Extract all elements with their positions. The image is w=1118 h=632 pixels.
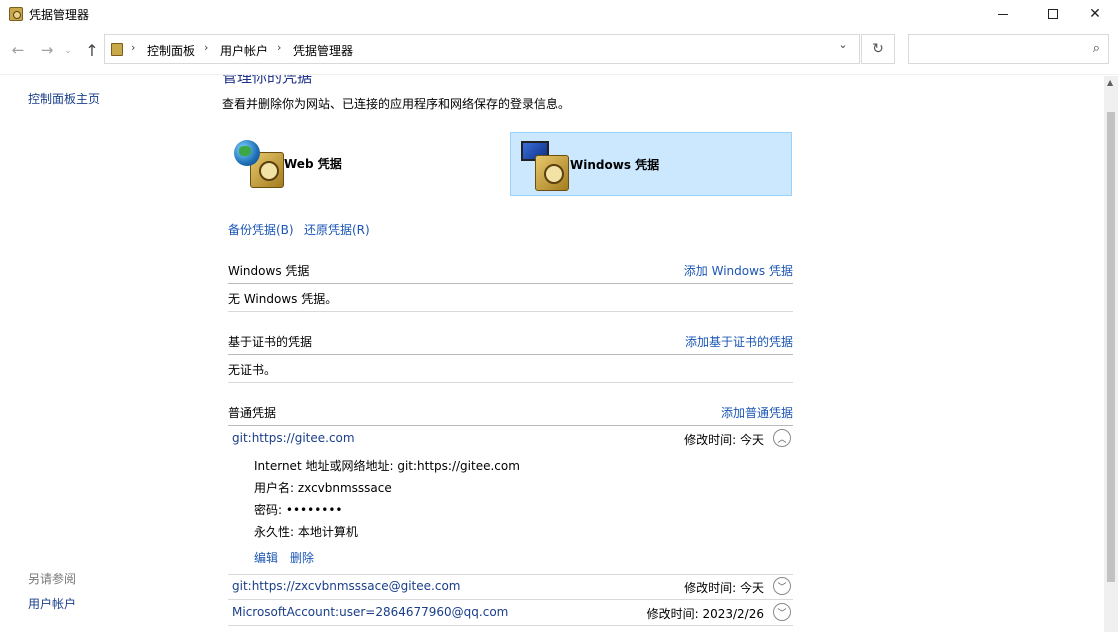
add-cert-credential-link[interactable]: 添加基于证书的凭据 bbox=[640, 333, 793, 350]
section-divider bbox=[228, 354, 793, 355]
generic-credentials-section-title: 普通凭据 bbox=[228, 406, 277, 420]
breadcrumb-separator-icon[interactable]: › bbox=[204, 41, 208, 54]
up-button[interactable]: ↑ bbox=[82, 40, 102, 60]
breadcrumb-control-panel[interactable]: 控制面板 bbox=[147, 42, 195, 59]
refresh-button[interactable]: ↻ bbox=[861, 34, 895, 64]
persistence-label: 永久性: bbox=[254, 525, 295, 539]
minimize-icon bbox=[998, 13, 1008, 15]
add-generic-credential-link[interactable]: 添加普通凭据 bbox=[640, 404, 793, 421]
arrow-right-icon: → bbox=[40, 41, 54, 59]
web-credentials-tile[interactable]: Web 凭据 bbox=[228, 132, 510, 196]
credential-item-name[interactable]: git:https://gitee.com bbox=[232, 431, 355, 445]
expand-button[interactable]: ﹀ bbox=[773, 577, 791, 595]
section-divider bbox=[228, 382, 793, 383]
persistence-value: 本地计算机 bbox=[297, 525, 358, 539]
password-value: •••••••• bbox=[285, 503, 343, 517]
credential-address-row: Internet 地址或网络地址: git:https://gitee.com bbox=[254, 457, 520, 474]
chevron-up-icon: ︿ bbox=[777, 434, 787, 445]
page-subtitle: 查看并删除你为网站、已连接的应用程序和网络保存的登录信息。 bbox=[222, 97, 571, 111]
vertical-scrollbar[interactable]: ▲ bbox=[1104, 76, 1118, 632]
collapse-button[interactable]: ︿ bbox=[773, 429, 791, 447]
expand-button[interactable]: ﹀ bbox=[773, 603, 791, 621]
add-windows-credential-link[interactable]: 添加 Windows 凭据 bbox=[640, 262, 793, 279]
refresh-icon: ↻ bbox=[872, 41, 884, 57]
window-title: 凭据管理器 bbox=[29, 8, 90, 22]
arrow-up-icon: ↑ bbox=[85, 40, 99, 60]
web-credentials-label: Web 凭据 bbox=[284, 157, 342, 171]
section-divider bbox=[228, 425, 793, 426]
page-title-container: 管理你的凭据 bbox=[222, 75, 422, 85]
recent-locations-button[interactable]: ⌄ bbox=[62, 40, 74, 60]
scroll-up-icon[interactable]: ▲ bbox=[1107, 78, 1113, 87]
credential-modified: 修改时间: 今天 bbox=[684, 581, 764, 595]
back-button[interactable]: ← bbox=[8, 40, 28, 60]
control-panel-home-link[interactable]: 控制面板主页 bbox=[28, 90, 100, 107]
row-divider bbox=[228, 625, 793, 626]
globe-icon bbox=[234, 140, 260, 166]
address-bar[interactable]: › 控制面板 › 用户帐户 › 凭据管理器 bbox=[104, 34, 860, 64]
vault-safe-icon bbox=[535, 155, 569, 191]
scrollbar-thumb[interactable] bbox=[1107, 112, 1115, 582]
user-value: zxcvbnmsssace bbox=[297, 481, 392, 495]
arrow-left-icon: ← bbox=[11, 41, 25, 59]
edit-credential-link[interactable]: 编辑 bbox=[254, 549, 278, 566]
restore-credentials-link[interactable]: 还原凭据(R) bbox=[304, 221, 370, 238]
row-divider bbox=[228, 574, 793, 575]
delete-credential-link[interactable]: 删除 bbox=[290, 549, 314, 566]
credential-password-row: 密码: •••••••• bbox=[254, 501, 343, 518]
location-icon bbox=[111, 43, 123, 56]
page-title: 管理你的凭据 bbox=[222, 75, 313, 85]
address-history-button[interactable]: ⌄ bbox=[836, 38, 850, 51]
password-label: 密码: bbox=[254, 503, 283, 517]
breadcrumb-user-accounts[interactable]: 用户帐户 bbox=[220, 42, 268, 59]
title-bar: 凭据管理器 ✕ bbox=[0, 0, 1118, 28]
windows-credentials-label: Windows 凭据 bbox=[570, 158, 660, 172]
row-divider bbox=[228, 599, 793, 600]
maximize-icon bbox=[1048, 9, 1058, 19]
user-accounts-link[interactable]: 用户帐户 bbox=[28, 595, 76, 612]
chevron-down-icon: ⌄ bbox=[838, 38, 848, 51]
credential-item-name[interactable]: MicrosoftAccount:user=2864677960@qq.com bbox=[232, 605, 508, 619]
section-divider bbox=[228, 311, 793, 312]
section-divider bbox=[228, 283, 793, 284]
forward-button[interactable]: → bbox=[37, 40, 57, 60]
minimize-button[interactable] bbox=[980, 0, 1026, 28]
search-input[interactable]: ⌕ bbox=[908, 34, 1109, 64]
address-value: git:https://gitee.com bbox=[397, 459, 520, 473]
close-icon: ✕ bbox=[1089, 6, 1101, 22]
close-button[interactable]: ✕ bbox=[1072, 0, 1118, 28]
breadcrumb-credential-manager[interactable]: 凭据管理器 bbox=[293, 42, 353, 59]
credential-item-name[interactable]: git:https://zxcvbnmsssace@gitee.com bbox=[232, 579, 460, 593]
chevron-down-icon: ⌄ bbox=[64, 45, 72, 55]
maximize-button[interactable] bbox=[1030, 0, 1076, 28]
cert-credentials-section-title: 基于证书的凭据 bbox=[228, 335, 313, 349]
toolbar-divider bbox=[0, 74, 1118, 75]
credential-persistence-row: 永久性: 本地计算机 bbox=[254, 523, 358, 540]
search-icon: ⌕ bbox=[1092, 41, 1100, 56]
windows-credentials-tile[interactable]: Windows 凭据 bbox=[510, 132, 792, 196]
breadcrumb-separator-icon[interactable]: › bbox=[131, 41, 135, 54]
credential-modified: 修改时间: 2023/2/26 bbox=[646, 607, 764, 621]
user-label: 用户名: bbox=[254, 481, 295, 495]
credential-manager-icon bbox=[9, 7, 23, 21]
see-also-label: 另请参阅 bbox=[28, 572, 77, 586]
credential-modified: 修改时间: 今天 bbox=[684, 433, 764, 447]
chevron-down-icon: ﹀ bbox=[777, 582, 787, 593]
windows-credentials-empty: 无 Windows 凭据。 bbox=[228, 292, 338, 306]
breadcrumb-separator-icon[interactable]: › bbox=[277, 41, 281, 54]
windows-credentials-section-title: Windows 凭据 bbox=[228, 264, 310, 278]
cert-credentials-empty: 无证书。 bbox=[228, 363, 277, 377]
chevron-down-icon: ﹀ bbox=[777, 608, 787, 619]
address-label: Internet 地址或网络地址: bbox=[254, 459, 394, 473]
backup-credentials-link[interactable]: 备份凭据(B) bbox=[228, 221, 294, 238]
credential-user-row: 用户名: zxcvbnmsssace bbox=[254, 479, 392, 496]
